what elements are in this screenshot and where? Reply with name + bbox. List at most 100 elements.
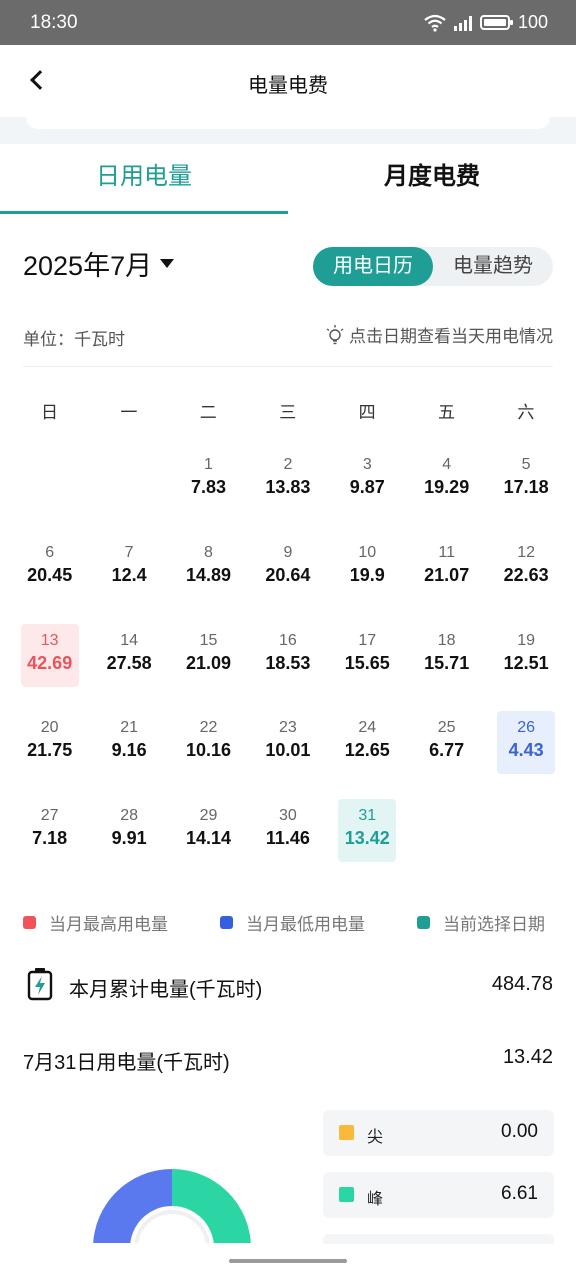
calendar-day[interactable]: 26 4.43 xyxy=(497,711,556,775)
legend-swatch-selected xyxy=(417,916,430,929)
tab-daily-usage[interactable]: 日用电量 xyxy=(0,144,288,214)
calendar-day[interactable]: 24 12.65 xyxy=(338,711,396,774)
calendar-day[interactable]: 28 9.91 xyxy=(100,799,158,862)
calendar-day-usage: 11.46 xyxy=(265,828,310,849)
calendar-day[interactable]: 2 13.83 xyxy=(259,448,317,511)
calendar-day-usage: 7.18 xyxy=(32,828,68,849)
legend-swatch-min xyxy=(220,916,233,929)
calendar-day-number: 13 xyxy=(40,631,59,649)
calendar-day-usage: 7.83 xyxy=(190,477,227,497)
calendar-day-usage: 20.45 xyxy=(27,564,73,585)
calendar-day-usage: 13.83 xyxy=(265,477,311,497)
toggle-usage-trend[interactable]: 电量趋势 xyxy=(433,247,553,286)
legend-item-selected: 当前选择日期 xyxy=(417,910,545,935)
calendar-day-usage: 14.14 xyxy=(185,828,232,849)
calendar-day[interactable]: 6 20.45 xyxy=(21,536,79,599)
calendar-day-number: 31 xyxy=(358,807,377,825)
calendar-day-number: 20 xyxy=(40,719,59,737)
calendar-day[interactable]: 23 10.01 xyxy=(259,711,317,774)
calendar-day-number: 4 xyxy=(442,456,452,473)
status-time: 18:30 xyxy=(30,12,78,33)
calendar-day-usage: 15.65 xyxy=(344,652,390,673)
calendar-day[interactable]: 4 19.29 xyxy=(418,448,476,511)
calendar-day[interactable]: 31 13.42 xyxy=(338,799,397,863)
calendar-day[interactable]: 10 19.9 xyxy=(338,536,396,599)
calendar-day-usage: 17.18 xyxy=(503,477,549,497)
tab-bar: 日用电量 月度电费 xyxy=(0,144,576,214)
tab-monthly-bill[interactable]: 月度电费 xyxy=(288,144,576,214)
calendar-day[interactable]: 16 18.53 xyxy=(259,624,317,687)
calendar-day-usage: 19.9 xyxy=(349,564,385,585)
calendar-day-number: 1 xyxy=(204,456,213,473)
calendar-day-number: 6 xyxy=(45,543,55,561)
calendar-day[interactable]: 3 9.87 xyxy=(338,448,396,511)
battery-charge-icon xyxy=(27,968,53,1001)
calendar-day-usage: 21.75 xyxy=(27,740,73,761)
calendar-day[interactable]: 11 21.07 xyxy=(418,536,476,599)
calendar-day-number: 19 xyxy=(517,631,535,649)
calendar-day[interactable]: 5 17.18 xyxy=(497,448,555,511)
calendar-day[interactable]: 14 27.58 xyxy=(100,624,158,687)
weekday-label: 一 xyxy=(120,403,138,422)
page-title: 电量电费 xyxy=(248,75,328,97)
tou-label-sharp: 尖 xyxy=(367,1129,384,1146)
month-total-value: 484.78 xyxy=(491,973,553,995)
header-strip xyxy=(0,117,576,144)
tou-card-sharp: 尖 0.00 xyxy=(323,1110,554,1156)
signal-icon xyxy=(453,15,472,31)
weekday-label: 六 xyxy=(517,403,535,422)
weekday-label: 四 xyxy=(358,403,376,422)
calendar-day-number: 7 xyxy=(124,543,134,561)
calendar-day[interactable]: 29 14.14 xyxy=(180,799,238,862)
status-icons: 100 xyxy=(424,12,548,33)
calendar-day[interactable]: 18 15.71 xyxy=(418,624,476,687)
unit-label: 单位：千瓦时 xyxy=(23,330,125,349)
calendar-day[interactable]: 7 12.4 xyxy=(100,536,158,599)
month-selector[interactable]: 2025年7月 xyxy=(23,244,175,283)
weekday-label: 三 xyxy=(279,403,297,422)
battery-level: 100 xyxy=(517,12,548,32)
status-bar: 18:30 100 xyxy=(0,0,576,45)
weekday-header: 日一二三四五六 xyxy=(10,398,566,422)
legend-item-min: 当月最低用电量 xyxy=(220,910,365,935)
calendar-day-usage: 18.53 xyxy=(265,652,311,673)
calendar-day-number: 30 xyxy=(278,807,297,825)
calendar-day-usage: 20.64 xyxy=(265,564,311,585)
calendar-day[interactable]: 25 6.77 xyxy=(418,711,476,774)
calendar-day[interactable]: 22 10.16 xyxy=(180,711,238,774)
calendar-day[interactable]: 9 20.64 xyxy=(259,536,317,599)
calendar-day[interactable]: 15 21.09 xyxy=(180,624,238,687)
calendar-day-usage: 14.89 xyxy=(185,564,232,585)
calendar-day[interactable]: 1 7.83 xyxy=(180,448,238,511)
calendar-day-number: 12 xyxy=(517,543,535,561)
calendar-day-number: 29 xyxy=(199,807,218,825)
home-indicator[interactable] xyxy=(229,1259,347,1263)
calendar-day[interactable]: 13 42.69 xyxy=(20,623,79,687)
weekday-label: 二 xyxy=(199,403,217,422)
calendar-day-number: 8 xyxy=(204,543,213,561)
calendar-day-number: 15 xyxy=(199,631,218,649)
calendar-day-number: 23 xyxy=(278,719,297,737)
calendar-day-number: 24 xyxy=(358,719,377,737)
calendar-day-usage: 6.77 xyxy=(429,740,465,761)
toggle-usage-calendar[interactable]: 用电日历 xyxy=(313,247,433,286)
calendar-hint-text: 点击日期查看当天用电情况 xyxy=(349,327,553,346)
calendar-day[interactable]: 30 11.46 xyxy=(259,799,317,862)
calendar-day-usage: 10.16 xyxy=(185,740,232,761)
month-total-row: 本月累计电量(千瓦时) 484.78 xyxy=(23,965,553,1005)
caret-down-icon xyxy=(160,259,175,268)
calendar-day[interactable]: 21 9.16 xyxy=(100,711,158,774)
calendar-day[interactable]: 19 12.51 xyxy=(497,624,555,687)
calendar-day-usage: 9.91 xyxy=(111,828,147,849)
calendar-day[interactable]: 17 15.65 xyxy=(338,624,396,687)
calendar-day-usage: 10.01 xyxy=(265,740,311,761)
donut-segment-right xyxy=(172,1169,251,1243)
calendar-day[interactable]: 12 22.63 xyxy=(497,536,555,599)
calendar-day[interactable]: 20 21.75 xyxy=(21,711,79,774)
calendar-day[interactable]: 27 7.18 xyxy=(21,799,79,862)
calendar-day-number: 28 xyxy=(120,807,138,825)
header-card-edge xyxy=(26,117,550,129)
tou-value-sharp: 0.00 xyxy=(501,1121,538,1142)
calendar-day[interactable]: 8 14.89 xyxy=(180,536,238,599)
battery-icon xyxy=(479,15,513,30)
